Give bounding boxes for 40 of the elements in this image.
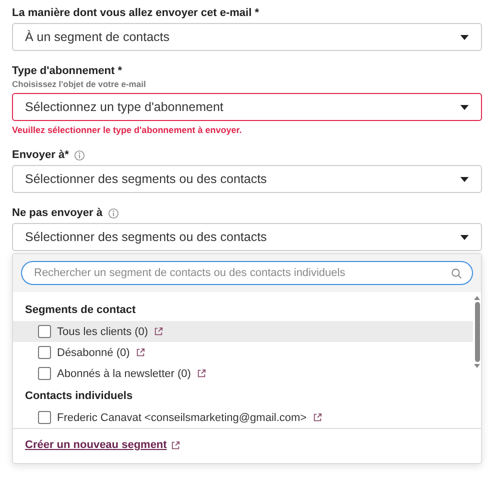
item-label: Frederic Canavat <conseilsmarketing@gmail.com> [57,412,307,424]
item-label: Abonnés à la newsletter (0) [57,368,191,380]
external-link-icon[interactable] [154,327,164,336]
caret-icon[interactable] [460,176,469,182]
external-link-icon[interactable] [196,369,206,378]
create-segment-link[interactable]: Créer un nouveau segment [25,439,167,451]
caret-icon[interactable] [460,104,469,110]
list-item[interactable]: Frederic Canavat <conseilsmarketing@gmail.com> [13,407,473,428]
error-message: Veuillez sélectionner le type d'abonnement à envoyer. [12,125,243,135]
select-dropdown[interactable]: Sélectionner des segments ou des contacts [12,165,482,193]
checkbox[interactable] [38,411,51,424]
field-label: Envoyer à* [12,149,69,161]
select-dropdown[interactable]: À un segment de contacts [12,23,482,51]
field-label: Ne pas envoyer à [12,207,102,219]
checkbox[interactable] [38,325,51,338]
field-label: La manière dont vous allez envoyer cet e-mail * [12,7,259,19]
item-label: Désabonné (0) [57,346,130,358]
field-hint: Choisissez l'objet de votre e-mail [12,79,147,89]
list-item[interactable]: Tous les clients (0) [13,321,473,342]
group-heading: Contacts individuels [24,389,134,404]
caret-icon[interactable] [460,234,469,240]
info-icon[interactable] [108,208,118,218]
list-item[interactable]: Désabonné (0) [13,342,473,363]
caret-icon[interactable] [460,34,469,40]
external-link-icon[interactable] [312,413,322,422]
select-dropdown[interactable]: Sélectionner des segments ou des contacts [12,223,482,251]
checkbox[interactable] [38,367,51,380]
search-field[interactable]: Rechercher un segment de contacts ou des contacts individuels [21,261,473,285]
item-label: Tous les clients (0) [57,326,148,338]
external-link-icon[interactable] [170,440,180,450]
scroll-up-icon[interactable] [474,296,480,300]
info-icon[interactable] [74,150,85,160]
field-label: Type d'abonnement * [12,65,122,77]
scroll-down-icon[interactable] [474,364,480,368]
list-item[interactable]: Abonnés à la newsletter (0) [13,363,473,384]
external-link-icon[interactable] [136,348,145,357]
group-heading: Segments de contact [24,303,137,318]
checkbox[interactable] [38,346,51,359]
search-icon[interactable] [451,268,462,278]
select-dropdown[interactable]: Sélectionnez un type d'abonnement [12,93,482,121]
